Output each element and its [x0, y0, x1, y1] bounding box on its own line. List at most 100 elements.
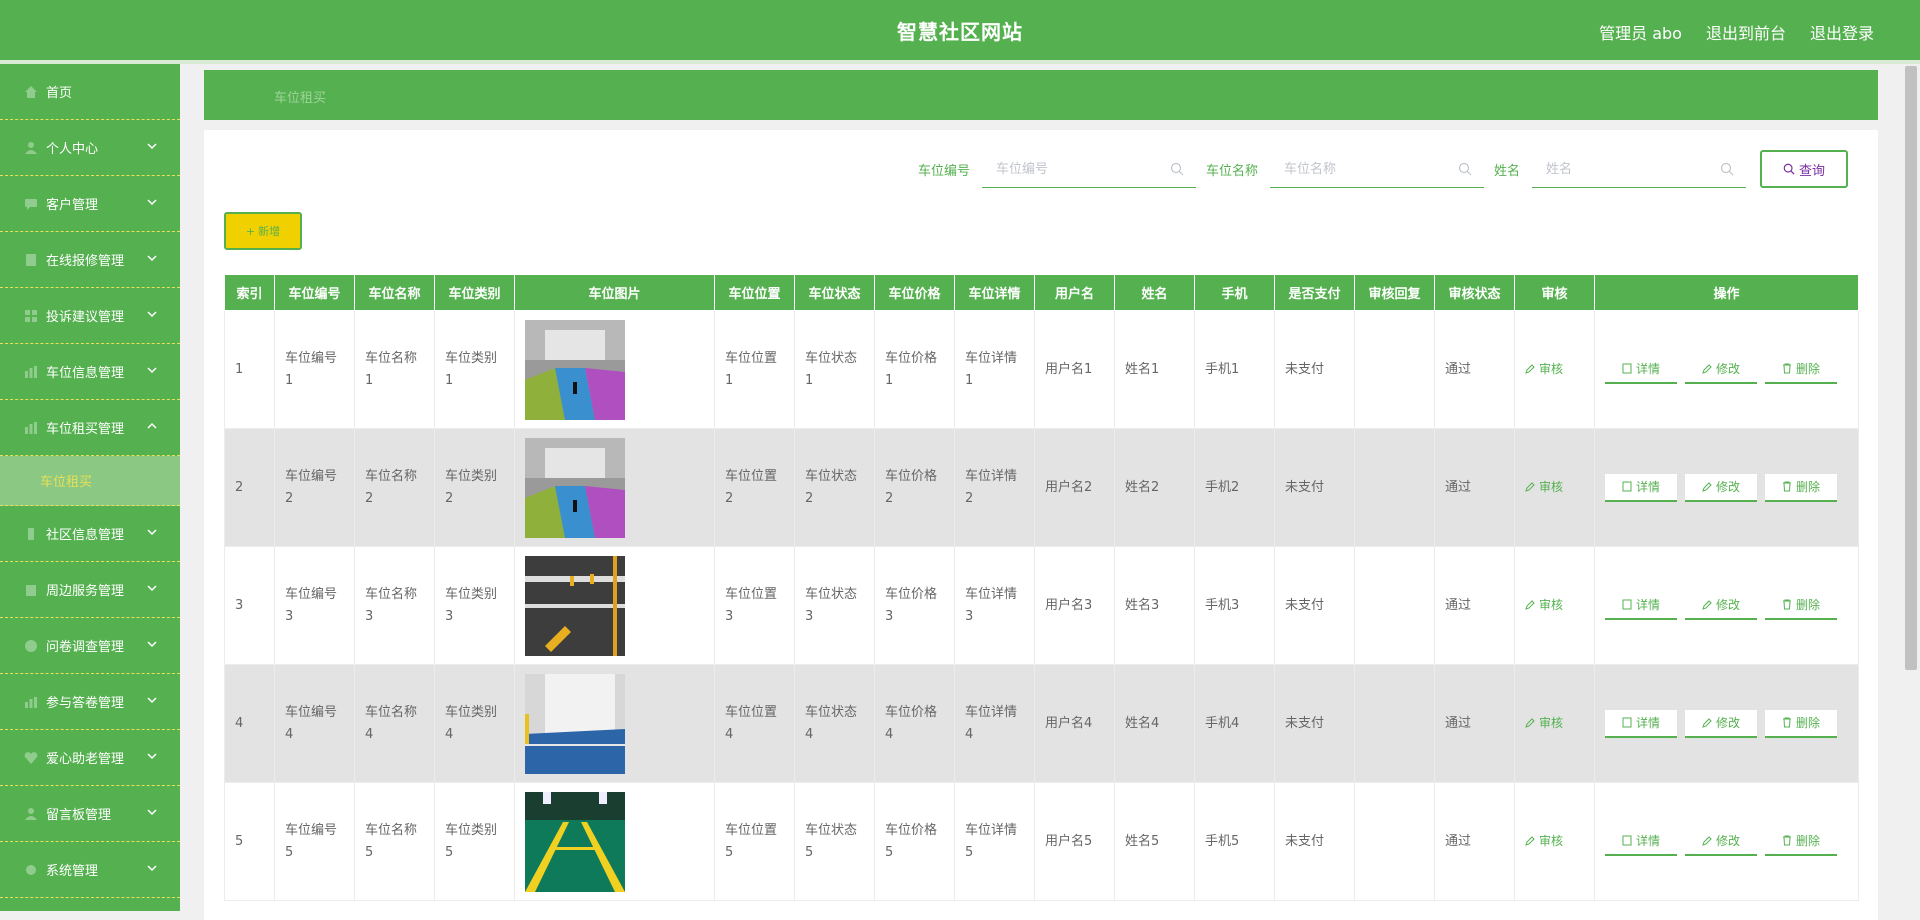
detail-button[interactable]: 详情 — [1605, 355, 1677, 384]
edit-label: 修改 — [1715, 715, 1740, 730]
detail-button[interactable]: 详情 — [1605, 709, 1677, 738]
scrollbar-thumb[interactable] — [1905, 66, 1917, 670]
audit-link[interactable]: 审核 — [1525, 830, 1563, 852]
column-header: 是否支付 — [1274, 274, 1355, 311]
sidebar-item-parking-info[interactable]: 车位信息管理 — [0, 344, 180, 400]
logout-link[interactable]: 退出登录 — [1810, 20, 1874, 44]
cell-type: 车位类别2 — [434, 428, 515, 547]
sidebar-item-elderly[interactable]: 爱心助老管理 — [0, 730, 180, 786]
cell-image — [514, 428, 715, 547]
table-row: 4 车位编号4 车位名称4 车位类别4 车位位置4 车位状态4 车位价格4 车位详情4 用户名4… — [224, 664, 1859, 783]
column-header: 车位编号 — [274, 274, 355, 311]
detail-button[interactable]: 详情 — [1605, 591, 1677, 620]
table-row: 2 车位编号2 车位名称2 车位类别2 车位位置2 车位状态2 车位价格2 车位详情2 用户名2… — [224, 428, 1859, 547]
column-header: 审核 — [1514, 274, 1595, 311]
parking-space-image — [525, 319, 704, 420]
chevron-down-icon — [147, 255, 157, 262]
delete-label: 删除 — [1795, 479, 1820, 494]
column-header: 审核回复 — [1354, 274, 1435, 311]
cell-detail: 车位详情4 — [954, 664, 1035, 783]
detail-button[interactable]: 详情 — [1605, 473, 1677, 502]
detail-button[interactable]: 详情 — [1605, 827, 1677, 856]
edit-button[interactable]: 修改 — [1685, 709, 1757, 738]
sidebar-item-label: 首页 — [46, 86, 73, 101]
document-icon — [1622, 363, 1632, 374]
delete-button[interactable]: 删除 — [1765, 473, 1837, 502]
parking-icon — [25, 421, 37, 434]
sidebar-item-home[interactable]: 首页 — [0, 64, 180, 120]
trash-icon — [1782, 717, 1791, 728]
cell-price: 车位价格4 — [874, 664, 955, 783]
cell-reply — [1354, 782, 1435, 901]
edit-icon — [1702, 481, 1712, 492]
search-icon — [1458, 162, 1472, 176]
cell-actions: 详情 修改 删除 — [1594, 664, 1859, 783]
sidebar-item-repair[interactable]: 在线报修管理 — [0, 232, 180, 288]
cell-code: 车位编号4 — [274, 664, 355, 783]
audit-link[interactable]: 审核 — [1525, 712, 1563, 734]
document-icon — [1622, 599, 1632, 610]
sidebar-item-complaints[interactable]: 投诉建议管理 — [0, 288, 180, 344]
sidebar-item-messages[interactable]: 留言板管理 — [0, 786, 180, 842]
sidebar-item-parking-rent[interactable]: 车位租买管理 — [0, 400, 180, 456]
submenu-item-parking-rent[interactable]: 车位租买 — [0, 456, 180, 506]
audit-label: 审核 — [1539, 715, 1564, 730]
query-button[interactable]: 查询 — [1760, 150, 1848, 188]
delete-button[interactable]: 删除 — [1765, 709, 1837, 738]
column-header: 车位名称 — [354, 274, 435, 311]
audit-link[interactable]: 审核 — [1525, 358, 1563, 380]
chevron-down-icon — [147, 367, 157, 374]
chevron-down-icon — [147, 143, 157, 150]
delete-button[interactable]: 删除 — [1765, 591, 1837, 620]
cell-realname: 姓名5 — [1114, 782, 1195, 901]
search-input-realname[interactable] — [1532, 150, 1718, 188]
column-header: 审核状态 — [1434, 274, 1515, 311]
detail-label: 详情 — [1635, 361, 1660, 376]
sidebar-item-label: 个人中心 — [46, 142, 99, 157]
edit-button[interactable]: 修改 — [1685, 591, 1757, 620]
cell-name: 车位名称4 — [354, 664, 435, 783]
sidebar-item-profile[interactable]: 个人中心 — [0, 120, 180, 176]
chevron-down-icon — [147, 529, 157, 536]
breadcrumb-label: 车位租买 — [274, 91, 327, 106]
sidebar-item-survey[interactable]: 问卷调查管理 — [0, 618, 180, 674]
chevron-down-icon — [147, 865, 157, 872]
column-header: 车位图片 — [514, 274, 715, 311]
edit-button[interactable]: 修改 — [1685, 473, 1757, 502]
edit-button[interactable]: 修改 — [1685, 355, 1757, 384]
to-front-link[interactable]: 退出到前台 — [1706, 20, 1786, 44]
delete-button[interactable]: 删除 — [1765, 827, 1837, 856]
cell-phone: 手机2 — [1194, 428, 1275, 547]
delete-button[interactable]: 删除 — [1765, 355, 1837, 384]
audit-link[interactable]: 审核 — [1525, 594, 1563, 616]
sidebar-item-customers[interactable]: 客户管理 — [0, 176, 180, 232]
cell-actions: 详情 修改 删除 — [1594, 428, 1859, 547]
top-bar: 智慧社区网站 管理员 abo 退出到前台 退出登录 — [0, 0, 1920, 60]
edit-icon — [1702, 363, 1712, 374]
sidebar-item-answers[interactable]: 参与答卷管理 — [0, 674, 180, 730]
clock-icon — [25, 639, 37, 652]
document-icon — [1622, 835, 1632, 846]
search-field-realname — [1532, 150, 1746, 188]
cell-user: 用户名3 — [1034, 546, 1115, 665]
cell-code: 车位编号2 — [274, 428, 355, 547]
cell-realname: 姓名1 — [1114, 310, 1195, 429]
audit-link[interactable]: 审核 — [1525, 476, 1563, 498]
edit-button[interactable]: 修改 — [1685, 827, 1757, 856]
sidebar-item-community[interactable]: 社区信息管理 — [0, 506, 180, 562]
cell-realname: 姓名4 — [1114, 664, 1195, 783]
admin-label: 管理员 abo — [1599, 24, 1682, 43]
search-field-name — [1269, 150, 1484, 188]
cell-pos: 车位位置4 — [714, 664, 795, 783]
add-button[interactable]: + 新增 — [224, 212, 302, 250]
cell-code: 车位编号3 — [274, 546, 355, 665]
sidebar-item-nearby[interactable]: 周边服务管理 — [0, 562, 180, 618]
table-row: 1 车位编号1 车位名称1 车位类别1 车位位置1 车位状态1 车位价格1 车位详情1 用户名1… — [224, 310, 1859, 429]
cell-pos: 车位位置1 — [714, 310, 795, 429]
search-input-name[interactable] — [1269, 150, 1456, 188]
cell-audit-status: 通过 — [1434, 428, 1515, 547]
cell-phone: 手机5 — [1194, 782, 1275, 901]
sidebar-item-system[interactable]: 系统管理 — [0, 842, 180, 898]
edit-icon — [1525, 717, 1535, 728]
search-input-code[interactable] — [981, 150, 1168, 188]
